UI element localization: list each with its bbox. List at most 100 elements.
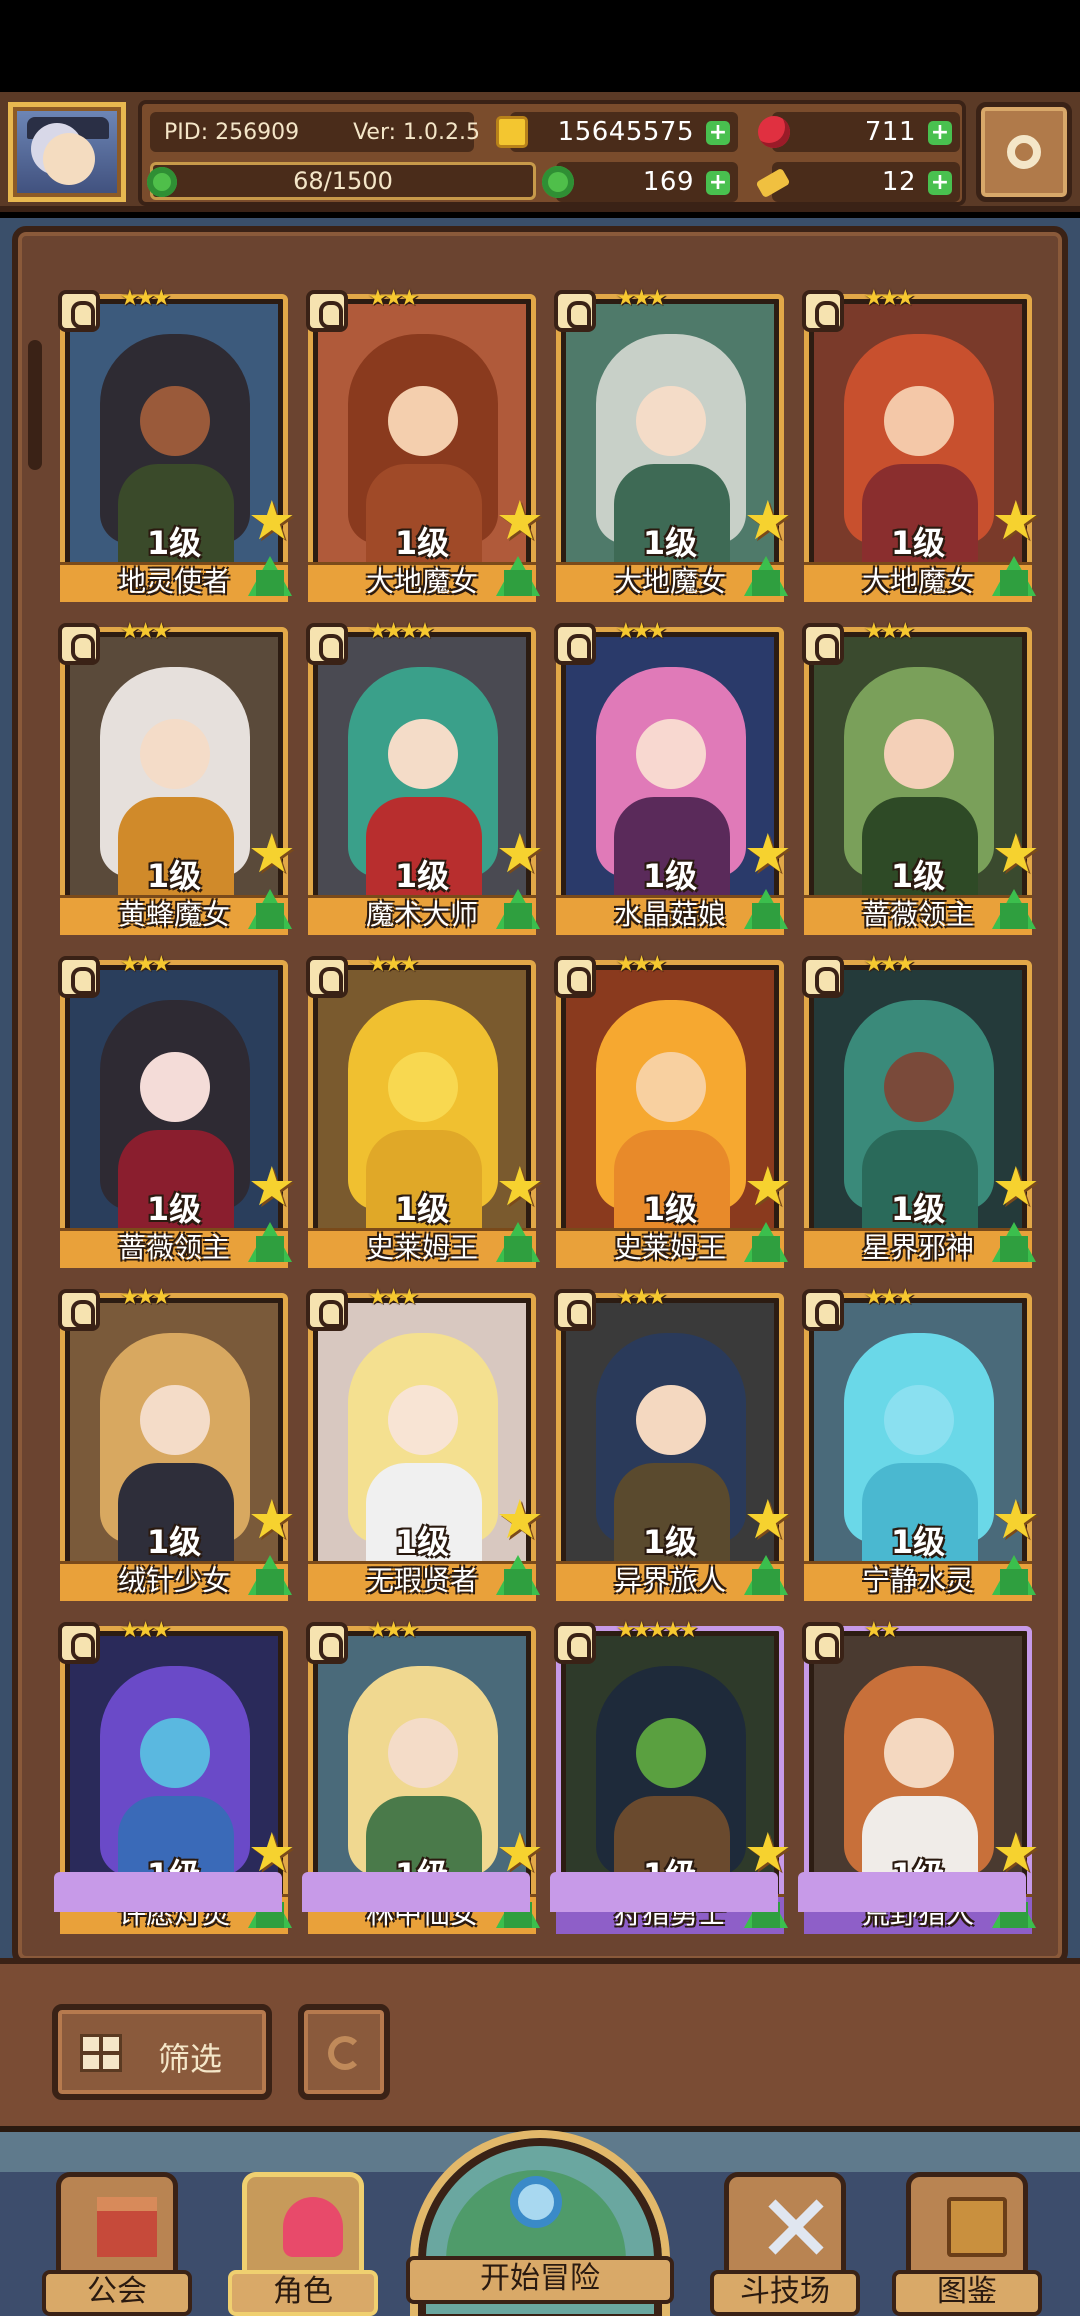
nav-codex-tile: [906, 2172, 1028, 2282]
rarity-stars: ★★★★: [368, 619, 435, 644]
star-upgrade-icon: ★: [247, 489, 296, 552]
character-card[interactable]: ★★★ 1级 黄蜂魔女 ★: [58, 619, 296, 935]
character-card[interactable]: ★★★ 1级 史莱姆王 ★: [554, 952, 792, 1268]
rarity-stars: ★★★: [368, 952, 419, 977]
star-upgrade-icon: ★: [991, 822, 1040, 885]
character-card[interactable]: ★★★ 1级 蔷薇领主 ★: [58, 952, 296, 1268]
character-icon: [283, 2197, 343, 2257]
add-gold-button[interactable]: +: [706, 121, 730, 145]
character-card[interactable]: ★★★ 1级 宁静水灵 ★: [802, 1285, 1040, 1601]
portrait-face: [140, 1385, 210, 1455]
character-card[interactable]: ★★★ 1级 大地魔女 ★: [306, 286, 544, 602]
ruby-value: 711: [864, 117, 916, 147]
ruby-icon: [758, 116, 790, 148]
level-up-arrow-icon: [744, 556, 788, 596]
star-upgrade-icon: ★: [743, 822, 792, 885]
rarity-stars: ★★★: [120, 1618, 171, 1643]
refresh-button[interactable]: [298, 2004, 390, 2100]
nav-character[interactable]: 角色: [228, 2172, 378, 2316]
portrait-face: [884, 386, 954, 456]
star-upgrade-icon: ★: [247, 822, 296, 885]
character-card[interactable]: ★★★ 1级 水晶菇娘 ★: [554, 619, 792, 935]
star-upgrade-icon: ★: [743, 1155, 792, 1218]
card-partial: [302, 1872, 530, 1912]
nav-guild[interactable]: 公会: [42, 2172, 192, 2316]
filter-bar: 筛选: [0, 1958, 1080, 2126]
player-info: PID: 256909 Ver: 1.0.2.5: [150, 112, 480, 152]
character-card[interactable]: ★★★ 1级 大地魔女 ★: [554, 286, 792, 602]
player-avatar[interactable]: [8, 102, 126, 202]
card-partial: [798, 1872, 1026, 1912]
character-card[interactable]: ★★★ 1级 地灵使者 ★: [58, 286, 296, 602]
portrait-face: [636, 1718, 706, 1788]
rarity-stars: ★★★: [616, 619, 667, 644]
add-key-button[interactable]: +: [928, 171, 952, 195]
gear-icon: [1007, 135, 1041, 169]
level-up-arrow-icon: [744, 889, 788, 929]
star-upgrade-icon: ★: [991, 1155, 1040, 1218]
portrait-face: [388, 1385, 458, 1455]
nav-arena[interactable]: 斗技场: [710, 2172, 860, 2316]
level-up-arrow-icon: [992, 1222, 1036, 1262]
card-frame[interactable]: ★★★ 1级 地灵使者 ★ ★★★ 1级 大地魔女 ★ ★★★ 1级 大地魔女 ★ ★★★ 1级 大地魔女 ★…: [12, 226, 1068, 1966]
clover-icon: [147, 167, 177, 197]
nav-arena-label: 斗技场: [710, 2270, 860, 2316]
level-up-arrow-icon: [992, 556, 1036, 596]
rarity-stars: ★★★: [864, 1285, 915, 1310]
character-card[interactable]: ★★★ 1级 星界邪神 ★: [802, 952, 1040, 1268]
refresh-icon: [328, 2036, 362, 2070]
portrait-face: [636, 1385, 706, 1455]
portrait-face: [884, 1718, 954, 1788]
character-card[interactable]: ★★★ 1级 史莱姆王 ★: [306, 952, 544, 1268]
filter-button[interactable]: 筛选: [52, 2004, 272, 2100]
player-id: PID: 256909: [164, 119, 300, 145]
nav-codex[interactable]: 图鉴: [892, 2172, 1042, 2316]
add-clover-button[interactable]: +: [706, 171, 730, 195]
level-up-arrow-icon: [248, 1555, 292, 1595]
add-ruby-button[interactable]: +: [928, 121, 952, 145]
portrait-face: [388, 386, 458, 456]
level-up-arrow-icon: [496, 556, 540, 596]
resource-header: PID: 256909 Ver: 1.0.2.5 15645575 + 711 …: [0, 92, 1080, 212]
portrait-face: [884, 1052, 954, 1122]
rarity-stars: ★★★: [368, 1285, 419, 1310]
rarity-stars: ★★★: [616, 1285, 667, 1310]
class-badge-icon: [802, 290, 844, 332]
character-card[interactable]: ★★★★ 1级 魔术大师 ★: [306, 619, 544, 935]
nav-guild-label: 公会: [42, 2270, 192, 2316]
rarity-stars: ★★★: [864, 286, 915, 311]
portrait-face: [636, 386, 706, 456]
scrollbar-thumb[interactable]: [28, 340, 42, 470]
star-upgrade-icon: ★: [247, 1155, 296, 1218]
character-card[interactable]: ★★★ 1级 大地魔女 ★: [802, 286, 1040, 602]
star-upgrade-icon: ★: [743, 1488, 792, 1551]
star-upgrade-icon: ★: [743, 489, 792, 552]
class-badge-icon: [58, 290, 100, 332]
stamina-bar: 68/1500: [147, 162, 536, 200]
character-card[interactable]: ★★★ 1级 无瑕贤者 ★: [306, 1285, 544, 1601]
book-icon: [947, 2197, 1007, 2257]
nav-codex-label: 图鉴: [892, 2270, 1042, 2316]
class-badge-icon: [554, 623, 596, 665]
level-up-arrow-icon: [496, 889, 540, 929]
gold-value: 15645575: [557, 117, 694, 147]
class-badge-icon: [802, 623, 844, 665]
level-up-arrow-icon: [248, 556, 292, 596]
game-version: Ver: 1.0.2.5: [353, 119, 481, 145]
class-badge-icon: [554, 290, 596, 332]
settings-button[interactable]: [976, 102, 1072, 202]
stamina-value: 68/1500: [293, 167, 393, 195]
nav-character-label: 角色: [228, 2270, 378, 2316]
character-card[interactable]: ★★★ 1级 蔷薇领主 ★: [802, 619, 1040, 935]
portrait-face: [636, 719, 706, 789]
character-card[interactable]: ★★★ 1级 绒针少女 ★: [58, 1285, 296, 1601]
level-up-arrow-icon: [744, 1555, 788, 1595]
magnifier-icon: [510, 2176, 562, 2228]
start-adventure-button[interactable]: 开始冒险: [406, 2130, 674, 2316]
crossed-swords-icon: [765, 2197, 825, 2257]
class-badge-icon: [554, 956, 596, 998]
class-badge-icon: [58, 1289, 100, 1331]
class-badge-icon: [306, 1622, 348, 1664]
character-card[interactable]: ★★★ 1级 异界旅人 ★: [554, 1285, 792, 1601]
rarity-stars: ★★★★★: [616, 1618, 699, 1643]
